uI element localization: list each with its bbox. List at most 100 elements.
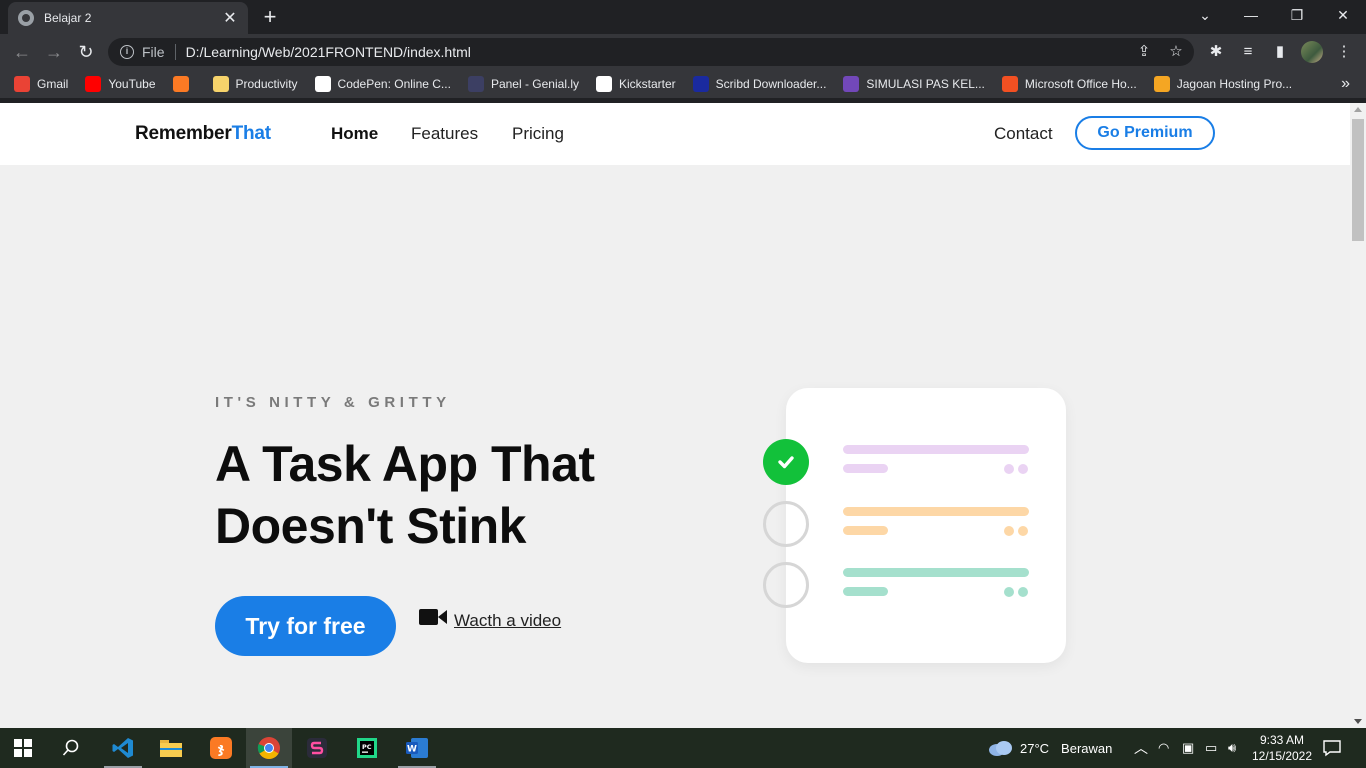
bookmark-folder[interactable]: Productivity: [212, 76, 298, 92]
vscode-app[interactable]: [100, 728, 146, 768]
site-info-icon[interactable]: i: [120, 45, 134, 59]
volume-icon[interactable]: 🔊︎: [1228, 728, 1236, 768]
extensions-icon[interactable]: ✱: [1204, 40, 1228, 64]
chrome-icon: [257, 737, 280, 759]
bookmark-youtube[interactable]: YouTube: [85, 76, 156, 92]
minimize-button[interactable]: —: [1228, 0, 1274, 30]
task-dot: [1018, 526, 1028, 536]
chevron-up-icon: ︿: [1134, 740, 1148, 756]
back-button[interactable]: ←: [10, 40, 34, 64]
date-text: 12/15/2022: [1251, 749, 1313, 763]
clock[interactable]: 9:33 AM 12/15/2022: [1250, 728, 1314, 768]
svg-text:PC: PC: [362, 743, 372, 751]
sketchbook-app[interactable]: [294, 728, 340, 768]
forward-button[interactable]: →: [42, 40, 66, 64]
bookmark-xampp[interactable]: [172, 76, 196, 92]
menu-icon[interactable]: ⋮: [1332, 40, 1356, 64]
bookmarks-bar: Gmail YouTube Productivity CodePen: Online …: [0, 70, 1366, 98]
file-explorer-app[interactable]: [148, 728, 194, 768]
go-premium-button[interactable]: Go Premium: [1075, 116, 1215, 150]
video-camera-icon: [419, 609, 447, 625]
restore-button[interactable]: ❐: [1274, 0, 1320, 30]
site-logo[interactable]: RememberThat: [135, 123, 271, 145]
bookmark-label: YouTube: [108, 77, 156, 91]
more-bookmarks-icon[interactable]: »: [1341, 75, 1350, 93]
address-bar[interactable]: i File D:/Learning/Web/2021FRONTEND/inde…: [108, 38, 1194, 66]
bookmark-genially[interactable]: Panel - Genial.ly: [467, 76, 579, 92]
close-window-button[interactable]: ✕: [1320, 0, 1366, 30]
kickstarter-icon: [595, 76, 612, 92]
word-app[interactable]: W: [394, 728, 440, 768]
pycharm-app[interactable]: PC: [344, 728, 390, 768]
bookmark-microsoft[interactable]: Microsoft Office Ho...: [1001, 76, 1137, 92]
new-tab-button[interactable]: +: [258, 6, 282, 30]
nav-features[interactable]: Features: [411, 124, 478, 144]
bookmark-label: Productivity: [235, 77, 298, 91]
show-hidden-icons-button[interactable]: ︿: [1134, 728, 1148, 768]
task-dot: [1018, 587, 1028, 597]
nav-contact[interactable]: Contact: [994, 124, 1053, 144]
url-text[interactable]: D:/Learning/Web/2021FRONTEND/index.html: [186, 44, 471, 60]
bookmark-label: Panel - Genial.ly: [490, 77, 579, 91]
jagoan-icon: [1153, 76, 1170, 92]
close-tab-icon[interactable]: ✕: [222, 8, 238, 28]
reload-button[interactable]: ↻: [74, 40, 98, 64]
wifi-icon[interactable]: ◠: [1158, 728, 1169, 768]
folder-icon: [212, 76, 229, 92]
battery-icon[interactable]: ▭: [1205, 728, 1217, 768]
bookmark-gmail[interactable]: Gmail: [14, 76, 68, 92]
profile-avatar[interactable]: [1301, 41, 1323, 63]
bookmark-scribd[interactable]: Scribd Downloader...: [692, 76, 826, 92]
try-for-free-button[interactable]: Try for free: [215, 596, 396, 656]
time-text: 9:33 AM: [1259, 733, 1305, 747]
cloud-icon: [989, 741, 1012, 756]
weather-condition-text: Berawan: [1061, 740, 1113, 756]
scribd-icon: [692, 76, 709, 92]
svg-text:W: W: [407, 745, 417, 755]
divider: [174, 44, 176, 60]
temperature-text: 27°C: [1020, 740, 1050, 756]
page-scrollbar[interactable]: [1350, 103, 1366, 728]
xampp-app[interactable]: ჯ: [198, 728, 244, 768]
scroll-up-arrow[interactable]: [1354, 107, 1362, 112]
search-button[interactable]: [48, 728, 94, 768]
side-panel-icon[interactable]: ▮: [1268, 40, 1292, 64]
task-check-empty-icon: [763, 562, 809, 608]
site-header: RememberThat Home Features Pricing Conta…: [0, 103, 1350, 165]
bookmark-codepen[interactable]: CodePen: Online C...: [314, 76, 451, 92]
nav-home[interactable]: Home: [331, 124, 378, 144]
task-subline: [843, 587, 888, 596]
watch-video-link[interactable]: Wacth a video: [419, 609, 561, 631]
share-icon[interactable]: ⇪: [1132, 40, 1156, 64]
weather-widget[interactable]: 27°C Berawan: [986, 728, 1112, 768]
s-app-icon: [307, 738, 327, 758]
browser-toolbar: ← → ↻ i File D:/Learning/Web/2021FRONTEN…: [0, 34, 1366, 70]
bookmark-forms[interactable]: SIMULASI PAS KEL...: [843, 76, 985, 92]
browser-tab[interactable]: Belajar 2 ✕: [8, 2, 248, 34]
media-control-icon[interactable]: ≡: [1236, 40, 1260, 64]
task-subline: [843, 464, 888, 473]
bookmark-label: CodePen: Online C...: [337, 77, 451, 91]
youtube-icon: [85, 76, 102, 92]
scroll-thumb[interactable]: [1352, 119, 1364, 241]
meet-now-icon[interactable]: ▣: [1182, 728, 1194, 768]
bookmark-jagoan[interactable]: Jagoan Hosting Pro...: [1153, 76, 1292, 92]
folder-icon: [160, 740, 182, 757]
hero-eyebrow: IT'S NITTY & GRITTY: [215, 394, 451, 411]
scroll-down-arrow[interactable]: [1354, 719, 1362, 724]
headline-line-1: A Task App That: [215, 436, 595, 492]
bookmark-label: SIMULASI PAS KEL...: [866, 77, 985, 91]
chrome-app[interactable]: [246, 728, 292, 768]
logo-accent-text: That: [231, 123, 272, 144]
headline-line-2: Doesn't Stink: [215, 498, 526, 554]
tab-search-icon[interactable]: ⌄: [1182, 0, 1228, 30]
nav-pricing[interactable]: Pricing: [512, 124, 564, 144]
bookmark-star-icon[interactable]: ☆: [1164, 40, 1188, 64]
bookmark-label: Microsoft Office Ho...: [1024, 77, 1137, 91]
start-button[interactable]: [0, 728, 46, 768]
xampp-icon: ჯ: [210, 737, 232, 759]
task-dot: [1018, 464, 1028, 474]
notifications-button[interactable]: [1322, 728, 1342, 768]
logo-text: Remember: [135, 123, 232, 144]
bookmark-kickstarter[interactable]: Kickstarter: [595, 76, 676, 92]
